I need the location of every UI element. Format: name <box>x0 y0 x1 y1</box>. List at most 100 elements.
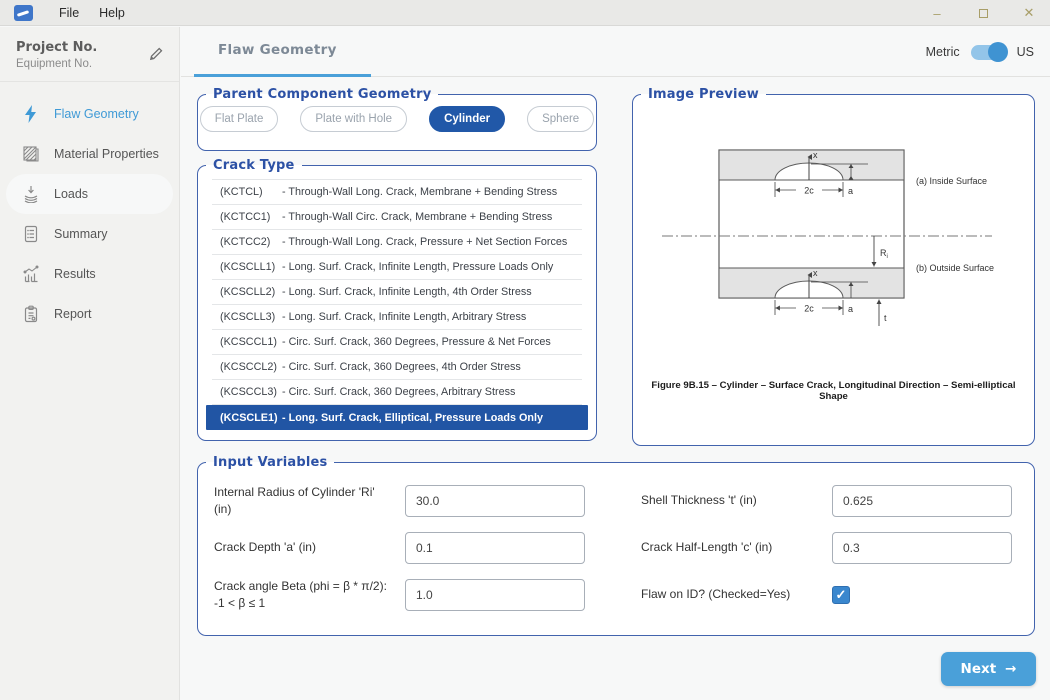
sidebar-item-label: Results <box>54 267 96 281</box>
main-area: Flaw Geometry Metric US Parent Component… <box>181 27 1050 700</box>
geometry-options: Flat Plate Plate with Hole Cylinder Sphe… <box>198 106 596 132</box>
material-swatch-icon <box>21 144 41 164</box>
cylinder-crack-diagram: x a 2c (a) Inside Surface <box>644 144 1024 336</box>
crack-code: (KCSCLL2) <box>220 286 282 298</box>
crack-desc: - Through-Wall Long. Crack, Membrane + B… <box>282 186 574 198</box>
next-button-label: Next <box>961 661 997 677</box>
lightning-bolt-icon <box>21 104 41 124</box>
maximize-button[interactable] <box>972 6 994 21</box>
crack-type-list: (KCTCL) - Through-Wall Long. Crack, Memb… <box>212 179 582 430</box>
parent-geometry-legend: Parent Component Geometry <box>206 87 438 102</box>
crack-code: (KCTCL) <box>220 186 282 198</box>
shell-thickness-input[interactable] <box>832 485 1012 517</box>
crack-type-row[interactable]: (KCSCCL1) - Circ. Surf. Crack, 360 Degre… <box>212 330 582 355</box>
load-arrow-icon <box>21 184 41 204</box>
chart-results-icon <box>21 264 41 284</box>
crack-desc: - Through-Wall Long. Crack, Pressure + N… <box>282 236 574 248</box>
close-button[interactable]: ✕ <box>1018 5 1040 21</box>
crack-type-row[interactable]: (KCSCCL3) - Circ. Surf. Crack, 360 Degre… <box>212 380 582 405</box>
crack-code: (KCSCLL3) <box>220 311 282 323</box>
crack-type-row[interactable]: (KCSCLL1) - Long. Surf. Crack, Infinite … <box>212 255 582 280</box>
flaw-on-id-label: Flaw on ID? (Checked=Yes) <box>641 586 819 602</box>
sidebar-item-flaw-geometry[interactable]: Flaw Geometry <box>0 94 179 134</box>
menubar: File Help <box>59 6 125 20</box>
crack-half-length-input[interactable] <box>832 532 1012 564</box>
unit-toggle[interactable] <box>971 45 1006 60</box>
sidebar: Project No. Equipment No. Flaw Geometry … <box>0 27 180 700</box>
crack-type-row-selected[interactable]: (KCSCLE1) - Long. Surf. Crack, Elliptica… <box>206 405 588 430</box>
menu-help[interactable]: Help <box>99 6 125 20</box>
field-crack-angle-beta: Crack angle Beta (phi = β * π/2): -1 < β… <box>214 578 585 611</box>
crack-type-legend: Crack Type <box>206 158 302 173</box>
crack-type-row[interactable]: (KCTCL) - Through-Wall Long. Crack, Memb… <box>212 180 582 205</box>
project-header: Project No. Equipment No. <box>0 27 179 82</box>
svg-text:t: t <box>884 313 887 323</box>
us-label: US <box>1017 45 1034 59</box>
crack-desc: - Long. Surf. Crack, Infinite Length, Ar… <box>282 311 574 323</box>
crack-code: (KCSCCL1) <box>220 336 282 348</box>
svg-text:(b) Outside Surface: (b) Outside Surface <box>916 263 994 273</box>
crack-code: (KCSCCL2) <box>220 361 282 373</box>
sidebar-item-summary[interactable]: Summary <box>0 214 179 254</box>
sidebar-item-loads[interactable]: Loads <box>6 174 173 214</box>
input-variables-legend: Input Variables <box>206 455 334 470</box>
metric-label: Metric <box>926 45 960 59</box>
sidebar-item-label: Summary <box>54 227 107 241</box>
project-number-label: Project No. <box>16 40 165 55</box>
unit-system-switch: Metric US <box>926 27 1034 77</box>
image-preview-legend: Image Preview <box>641 87 766 102</box>
geometry-option-sphere[interactable]: Sphere <box>527 106 594 132</box>
tab-flaw-geometry[interactable]: Flaw Geometry <box>194 27 371 77</box>
svg-text:2c: 2c <box>804 304 814 314</box>
geometry-option-plate-with-hole[interactable]: Plate with Hole <box>300 106 407 132</box>
input-variables-grid: Internal Radius of Cylinder 'Ri' (in) Sh… <box>198 470 1034 611</box>
crack-depth-input[interactable] <box>405 532 585 564</box>
crack-type-row[interactable]: (KCSCLL3) - Long. Surf. Crack, Infinite … <box>212 305 582 330</box>
crack-type-row[interactable]: (KCSCLL2) - Long. Surf. Crack, Infinite … <box>212 280 582 305</box>
equipment-number-label: Equipment No. <box>16 58 165 70</box>
svg-text:a: a <box>848 186 853 196</box>
flaw-on-id-checkbox[interactable]: ✓ <box>832 586 850 604</box>
crack-code: (KCSCCL3) <box>220 386 282 398</box>
crack-desc: - Through-Wall Circ. Crack, Membrane + B… <box>282 211 574 223</box>
crack-desc: - Circ. Surf. Crack, 360 Degrees, Pressu… <box>282 336 574 348</box>
svg-text:(a) Inside Surface: (a) Inside Surface <box>916 176 987 186</box>
field-crack-depth: Crack Depth 'a' (in) <box>214 531 585 564</box>
crack-type-row[interactable]: (KCTCC2) - Through-Wall Long. Crack, Pre… <box>212 230 582 255</box>
crack-type-panel: Crack Type (KCTCL) - Through-Wall Long. … <box>197 158 597 441</box>
next-button[interactable]: Next → <box>941 652 1036 686</box>
window-controls: – ✕ <box>926 0 1040 26</box>
field-crack-half-length: Crack Half-Length 'c' (in) <box>641 531 1012 564</box>
minimize-button[interactable]: – <box>926 6 948 21</box>
sidebar-item-label: Report <box>54 307 92 321</box>
sidebar-item-results[interactable]: Results <box>0 254 179 294</box>
internal-radius-input[interactable] <box>405 485 585 517</box>
crack-depth-label: Crack Depth 'a' (in) <box>214 539 392 555</box>
crack-code: (KCTCC2) <box>220 236 282 248</box>
titlebar: File Help – ✕ <box>0 0 1050 26</box>
crack-code: (KCTCC1) <box>220 211 282 223</box>
field-internal-radius: Internal Radius of Cylinder 'Ri' (in) <box>214 484 585 517</box>
sidebar-item-material-properties[interactable]: Material Properties <box>0 134 179 174</box>
toggle-knob[interactable] <box>988 42 1008 62</box>
geometry-option-cylinder[interactable]: Cylinder <box>429 106 505 132</box>
document-list-icon <box>21 224 41 244</box>
svg-text:a: a <box>848 304 853 314</box>
menu-file[interactable]: File <box>59 6 79 20</box>
input-variables-panel: Input Variables Internal Radius of Cylin… <box>197 455 1035 636</box>
next-arrow-icon: → <box>1005 661 1016 677</box>
sidebar-item-report[interactable]: Report <box>0 294 179 334</box>
crack-code: (KCSCLE1) <box>220 412 282 424</box>
crack-type-row[interactable]: (KCTCC1) - Through-Wall Circ. Crack, Mem… <box>212 205 582 230</box>
crack-angle-beta-label: Crack angle Beta (phi = β * π/2): -1 < β… <box>214 578 392 610</box>
sidebar-item-label: Loads <box>54 187 88 201</box>
image-preview-panel: Image Preview x <box>632 87 1035 446</box>
geometry-option-flat-plate[interactable]: Flat Plate <box>200 106 279 132</box>
svg-text:x: x <box>813 268 818 278</box>
app-logo-icon <box>14 5 33 21</box>
clipboard-report-icon <box>21 304 41 324</box>
crack-type-row[interactable]: (KCSCCL2) - Circ. Surf. Crack, 360 Degre… <box>212 355 582 380</box>
parent-geometry-panel: Parent Component Geometry Flat Plate Pla… <box>197 87 597 151</box>
crack-angle-beta-input[interactable] <box>405 579 585 611</box>
edit-pencil-icon[interactable] <box>149 45 165 66</box>
